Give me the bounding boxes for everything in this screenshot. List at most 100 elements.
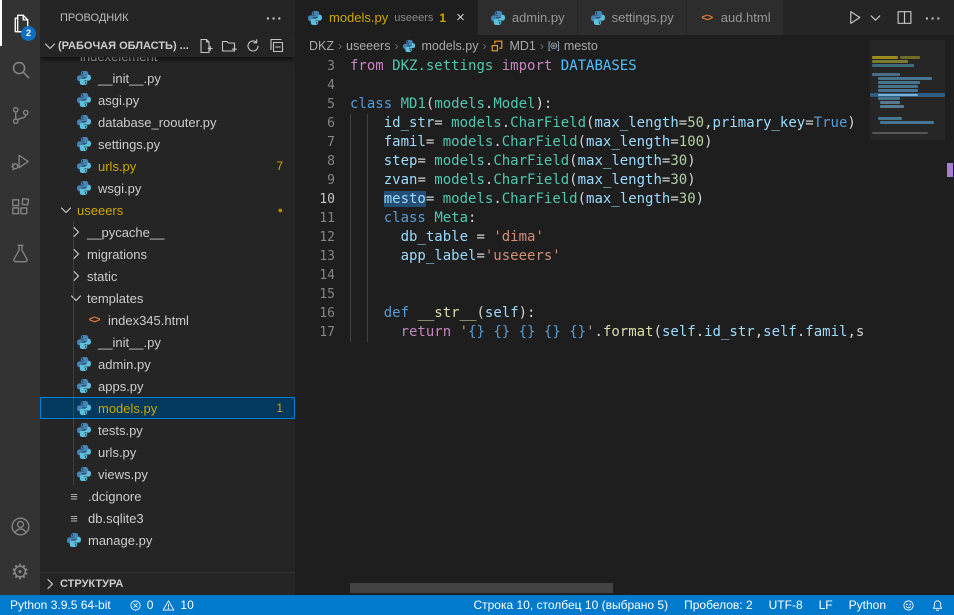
line-number: 9	[295, 171, 335, 190]
line-number: 6	[295, 114, 335, 133]
code-line-10[interactable]: 10 mesto= models.CharField(max_length=30…	[295, 190, 870, 209]
notifications-icon	[931, 599, 944, 612]
breadcrumb-item-mesto[interactable]: [⊛]mesto	[548, 39, 598, 53]
breadcrumb-item-useeers[interactable]: useeers	[346, 39, 390, 53]
tree-item-static[interactable]: static	[40, 265, 295, 287]
code-line-8[interactable]: 8 step= models.CharField(max_length=30)	[295, 152, 870, 171]
tree-item-index345.html[interactable]: <>index345.html	[40, 309, 295, 331]
code-line-16[interactable]: 16 def __str__(self):	[295, 304, 870, 323]
activity-item-source-control[interactable]	[0, 92, 40, 138]
status-label: Пробелов: 2	[684, 598, 753, 612]
tab-admin.py[interactable]: admin.py	[478, 0, 578, 35]
tree-item-__init__.py[interactable]: __init__.py	[40, 67, 295, 89]
tree-item-db.sqlite3[interactable]: ≡db.sqlite3	[40, 507, 295, 529]
close-icon[interactable]: ×	[456, 10, 465, 25]
indent-guide	[367, 323, 368, 342]
tree-item-models.py[interactable]: models.py1	[40, 397, 295, 419]
new-folder-icon[interactable]	[221, 38, 237, 54]
tree-item-templates[interactable]: templates	[40, 287, 295, 309]
run-python-file-icon[interactable]	[846, 9, 863, 26]
horizontal-scrollbar[interactable]	[350, 583, 613, 593]
minimap-line	[878, 77, 932, 80]
collapse-folders-icon[interactable]	[269, 38, 285, 54]
tree-item-migrations[interactable]: migrations	[40, 243, 295, 265]
split-editor-icon[interactable]	[896, 9, 913, 26]
warning-count: 10	[180, 598, 193, 612]
breadcrumb-label: DKZ	[309, 39, 334, 53]
outline-section-header[interactable]: СТРУКТУРА	[40, 572, 295, 595]
tree-item-__init__.py[interactable]: __init__.py	[40, 331, 295, 353]
tree-item-wsgi.py[interactable]: wsgi.py	[40, 177, 295, 199]
tree-item-tests.py[interactable]: tests.py	[40, 419, 295, 441]
minimap-line	[880, 101, 900, 104]
activity-item-accounts[interactable]	[0, 503, 40, 549]
feedback-icon	[902, 599, 915, 612]
status-language-mode[interactable]: Python	[849, 598, 886, 612]
tree-item-useeers[interactable]: useeers●	[40, 199, 295, 221]
activity-item-explorer[interactable]: 2	[0, 0, 40, 46]
code-line-12[interactable]: 12 db_table = 'dima'	[295, 228, 870, 247]
minimap-line	[872, 60, 908, 63]
breadcrumb-item-models.py[interactable]: models.py	[402, 39, 478, 53]
code-line-15[interactable]: 15	[295, 285, 870, 304]
explorer-sidebar: ПРОВОДНИК ··· (РАБОЧАЯ ОБЛАСТЬ) ... inde…	[40, 0, 295, 595]
code-line-14[interactable]: 14	[295, 266, 870, 285]
breadcrumb-item-DKZ[interactable]: DKZ	[309, 39, 334, 53]
tree-item-manage.py[interactable]: manage.py	[40, 529, 295, 551]
status-feedback[interactable]	[902, 599, 915, 612]
activity-item-testing[interactable]	[0, 230, 40, 276]
code-line-17[interactable]: 17 return '{} {} {} {} {}'.format(self.i…	[295, 323, 870, 342]
tree-item-admin.py[interactable]: admin.py	[40, 353, 295, 375]
tree-item-database_roouter.py[interactable]: database_roouter.py	[40, 111, 295, 133]
code-line-text: app_label='useeers'	[350, 247, 561, 266]
tree-item-asgi.py[interactable]: asgi.py	[40, 89, 295, 111]
status-end-of-line[interactable]: LF	[819, 598, 833, 612]
tab-problems-badge: 1	[439, 11, 446, 25]
activity-item-search[interactable]	[0, 46, 40, 92]
status-problems[interactable]: 010	[129, 598, 194, 612]
status-cursor-position[interactable]: Строка 10, столбец 10 (выбрано 5)	[473, 598, 668, 612]
html-file-icon: <>	[86, 312, 102, 328]
indent-guide	[367, 190, 368, 209]
status-notifications[interactable]	[931, 599, 944, 612]
more-actions-icon[interactable]: ···	[266, 10, 283, 26]
code-line-5[interactable]: 5class MD1(models.Model):	[295, 95, 870, 114]
activity-item-extensions[interactable]	[0, 184, 40, 230]
workspace-section-header[interactable]: (РАБОЧАЯ ОБЛАСТЬ) ...	[40, 35, 295, 57]
error-icon	[129, 599, 142, 612]
activity-item-run-and-debug[interactable]	[0, 138, 40, 184]
code-line-text: zvan= models.CharField(max_length=30)	[350, 171, 696, 190]
code-line-9[interactable]: 9 zvan= models.CharField(max_length=30)	[295, 171, 870, 190]
code-line-3[interactable]: 3from DKZ.settings import DATABASES	[295, 57, 870, 76]
tree-item-.dcignore[interactable]: ≡.dcignore	[40, 485, 295, 507]
code-editor[interactable]: 3from DKZ.settings import DATABASES45cla…	[295, 57, 870, 342]
tree-item-__pycache__[interactable]: __pycache__	[40, 221, 295, 243]
tab-aud.html[interactable]: <>aud.html	[687, 0, 784, 35]
code-line-4[interactable]: 4	[295, 76, 870, 95]
tab-settings.py[interactable]: settings.py	[578, 0, 687, 35]
tree-item-views.py[interactable]: views.py	[40, 463, 295, 485]
tab-models.py[interactable]: models.pyuseeers1×	[295, 0, 478, 35]
tree-item-urls.py[interactable]: urls.py	[40, 441, 295, 463]
minimap[interactable]	[870, 40, 945, 560]
code-line-6[interactable]: 6 id_str= models.CharField(max_length=50…	[295, 114, 870, 133]
tree-item-clipped[interactable]: indexelement	[40, 57, 295, 67]
status-bar-left: Python 3.9.5 64-bit 010	[10, 598, 194, 612]
code-line-7[interactable]: 7 famil= models.CharField(max_length=100…	[295, 133, 870, 152]
tree-item-apps.py[interactable]: apps.py	[40, 375, 295, 397]
code-line-13[interactable]: 13 app_label='useeers'	[295, 247, 870, 266]
tree-item-settings.py[interactable]: settings.py	[40, 133, 295, 155]
status-encoding[interactable]: UTF-8	[769, 598, 803, 612]
tree-item-label: templates	[87, 291, 143, 306]
tree-item-urls.py[interactable]: urls.py7	[40, 155, 295, 177]
code-line-11[interactable]: 11 class Meta:	[295, 209, 870, 228]
status-label: Python 3.9.5 64-bit	[10, 598, 111, 612]
new-file-icon[interactable]	[197, 38, 213, 54]
status-indentation[interactable]: Пробелов: 2	[684, 598, 753, 612]
activity-item-manage-settings[interactable]: ⚙	[0, 549, 40, 595]
more-actions-icon[interactable]: ···	[925, 10, 942, 26]
refresh-explorer-icon[interactable]	[245, 38, 261, 54]
breadcrumb-item-MD1[interactable]: MD1	[490, 39, 535, 53]
run-dropdown-icon[interactable]	[867, 9, 884, 26]
status-python-interpreter[interactable]: Python 3.9.5 64-bit	[10, 598, 111, 612]
